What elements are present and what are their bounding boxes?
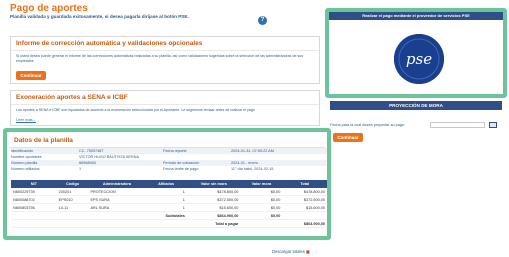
exoneration-text: Los aportes a SENA e ICBF son liquidados… bbox=[16, 108, 255, 112]
correction-card: Informe de corrección automática y valid… bbox=[10, 36, 320, 84]
col-afiliados: Afiliados bbox=[145, 180, 187, 188]
page-subtitle: Planilla validada y guardada exitosament… bbox=[10, 14, 189, 19]
planilla-info: Identificación CC. 75097487 Fecha report… bbox=[11, 148, 327, 178]
table-header-row: NIT Código Administradora Afiliados Valo… bbox=[11, 180, 327, 188]
col-total: Total bbox=[282, 180, 327, 188]
page-title: Pago de aportes bbox=[10, 3, 88, 14]
table-row: N800229739 230201 PROTECCION 1 $478.800,00 … bbox=[11, 188, 327, 196]
svg-text:pse: pse bbox=[406, 50, 432, 68]
subtotal-row: Subtotales $864.900,00 $0,00 bbox=[11, 211, 327, 220]
calendar-icon[interactable] bbox=[489, 122, 497, 128]
help-icon[interactable]: ? bbox=[258, 16, 267, 25]
col-valor-sin-mora: Valor sin mora bbox=[186, 180, 241, 188]
pse-panel: Realizar el pago mediante el proveedor d… bbox=[325, 8, 507, 98]
pdf-icon: ▣ bbox=[306, 249, 310, 254]
correction-continue-button[interactable]: Continuar bbox=[16, 71, 46, 80]
mora-continue-button[interactable]: Continuar bbox=[333, 133, 363, 142]
mora-date-input[interactable] bbox=[430, 122, 485, 128]
pse-header: Realizar el pago mediante el proveedor d… bbox=[329, 12, 503, 20]
table-row: N800088702 EPS010 EPS SURA 1 $372.500,00 $0… bbox=[11, 195, 327, 204]
correction-title: Informe de corrección automática y valid… bbox=[11, 37, 319, 51]
info-row: Número afiliados 1 Fecha límite de pago … bbox=[11, 167, 274, 171]
total-row: Total a pagar $864.900,00 bbox=[11, 219, 327, 228]
download-totals-link[interactable]: Descargar totales ▣ bbox=[272, 249, 310, 254]
correction-text: Si usted desea puede generar el informe … bbox=[16, 54, 304, 63]
planilla-title: Datos de la planilla bbox=[9, 134, 325, 148]
mora-header: PROYECCIÓN DE MORA bbox=[330, 101, 502, 110]
pse-logo-icon: pse bbox=[394, 34, 444, 84]
table-row: N800803756 14-11 ARL SURA 1 $15.600,00 $0,0… bbox=[11, 203, 327, 212]
exoneration-title: Exoneración aportes a SENA e ICBF bbox=[11, 91, 319, 105]
col-codigo: Código bbox=[56, 180, 89, 188]
exoneration-card: Exoneración aportes a SENA e ICBF Los ap… bbox=[10, 90, 320, 126]
col-administradora: Administradora bbox=[88, 180, 146, 188]
exoneration-read-more-link[interactable]: Leer más... bbox=[16, 117, 36, 122]
col-valor-mora: Valor mora bbox=[240, 180, 283, 188]
mora-date-label: Fecha para la cual desea proyectar su pa… bbox=[330, 123, 406, 127]
pse-button[interactable]: pse bbox=[394, 34, 444, 84]
planilla-panel: Datos de la planilla Identificación CC. … bbox=[3, 128, 331, 240]
aportes-table: NIT Código Administradora Afiliados Valo… bbox=[11, 180, 327, 228]
col-nit: NIT bbox=[11, 180, 57, 188]
